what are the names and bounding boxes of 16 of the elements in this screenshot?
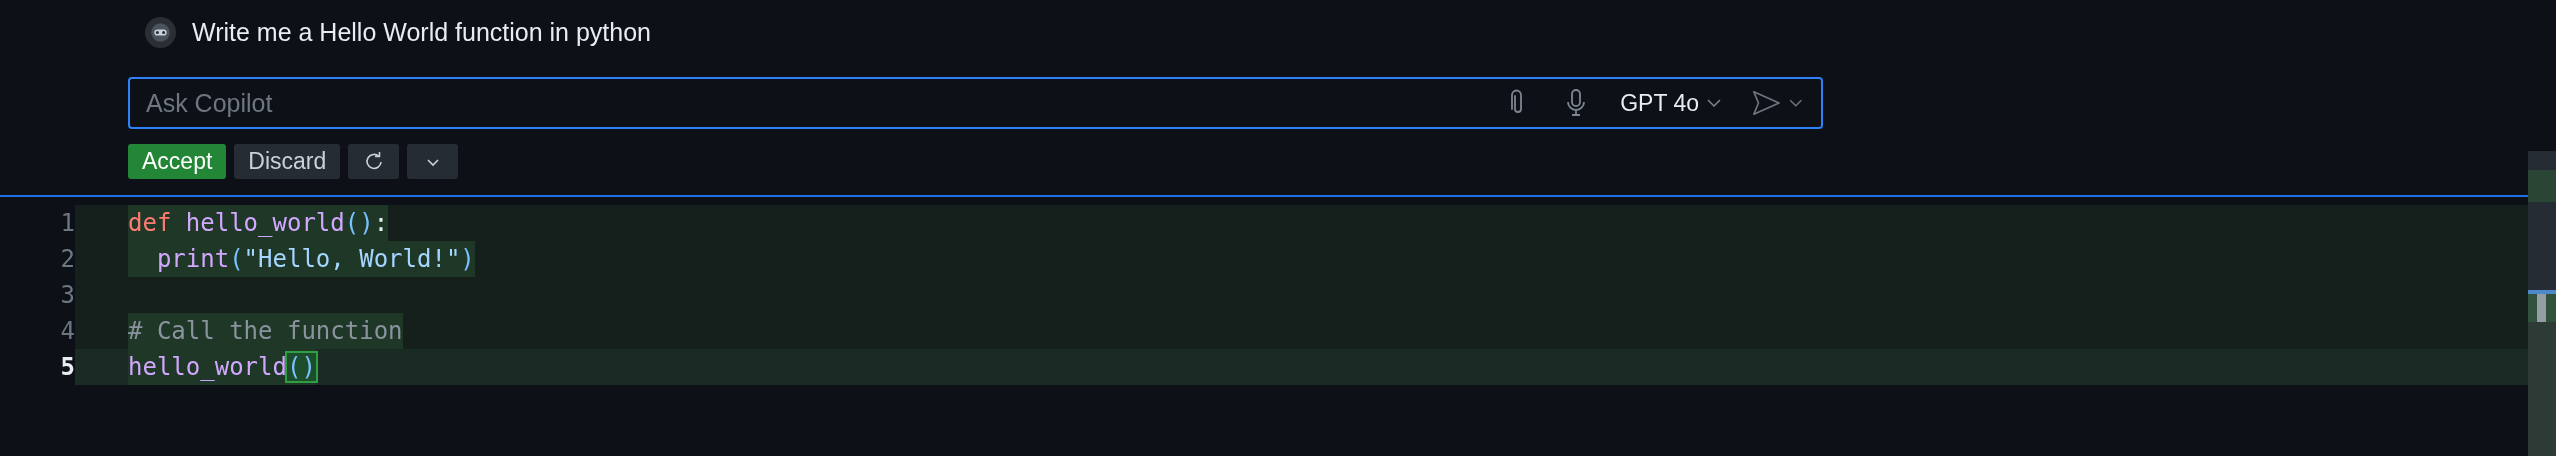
line-number: 3 xyxy=(0,277,75,313)
overview-ruler[interactable] xyxy=(2528,151,2556,456)
microphone-icon[interactable] xyxy=(1566,89,1587,117)
line-number: 5 xyxy=(0,349,75,385)
line-number: 2 xyxy=(0,241,75,277)
line-number: 1 xyxy=(0,205,75,241)
regenerate-button[interactable] xyxy=(348,144,400,179)
caret-icon[interactable] xyxy=(1707,99,1721,107)
refresh-icon[interactable] xyxy=(363,151,384,172)
ask-copilot-field[interactable]: Ask Copilot GPT 4o xyxy=(128,77,1823,129)
chat-prompt: Write me a Hello World function in python xyxy=(192,17,651,47)
action-button[interactable]: Discard xyxy=(234,144,341,179)
model-dropdown[interactable]: GPT 4o xyxy=(1620,89,1721,117)
action-button[interactable]: Accept xyxy=(128,144,227,179)
avatar-icon xyxy=(145,16,176,48)
line-number: 4 xyxy=(0,313,75,349)
